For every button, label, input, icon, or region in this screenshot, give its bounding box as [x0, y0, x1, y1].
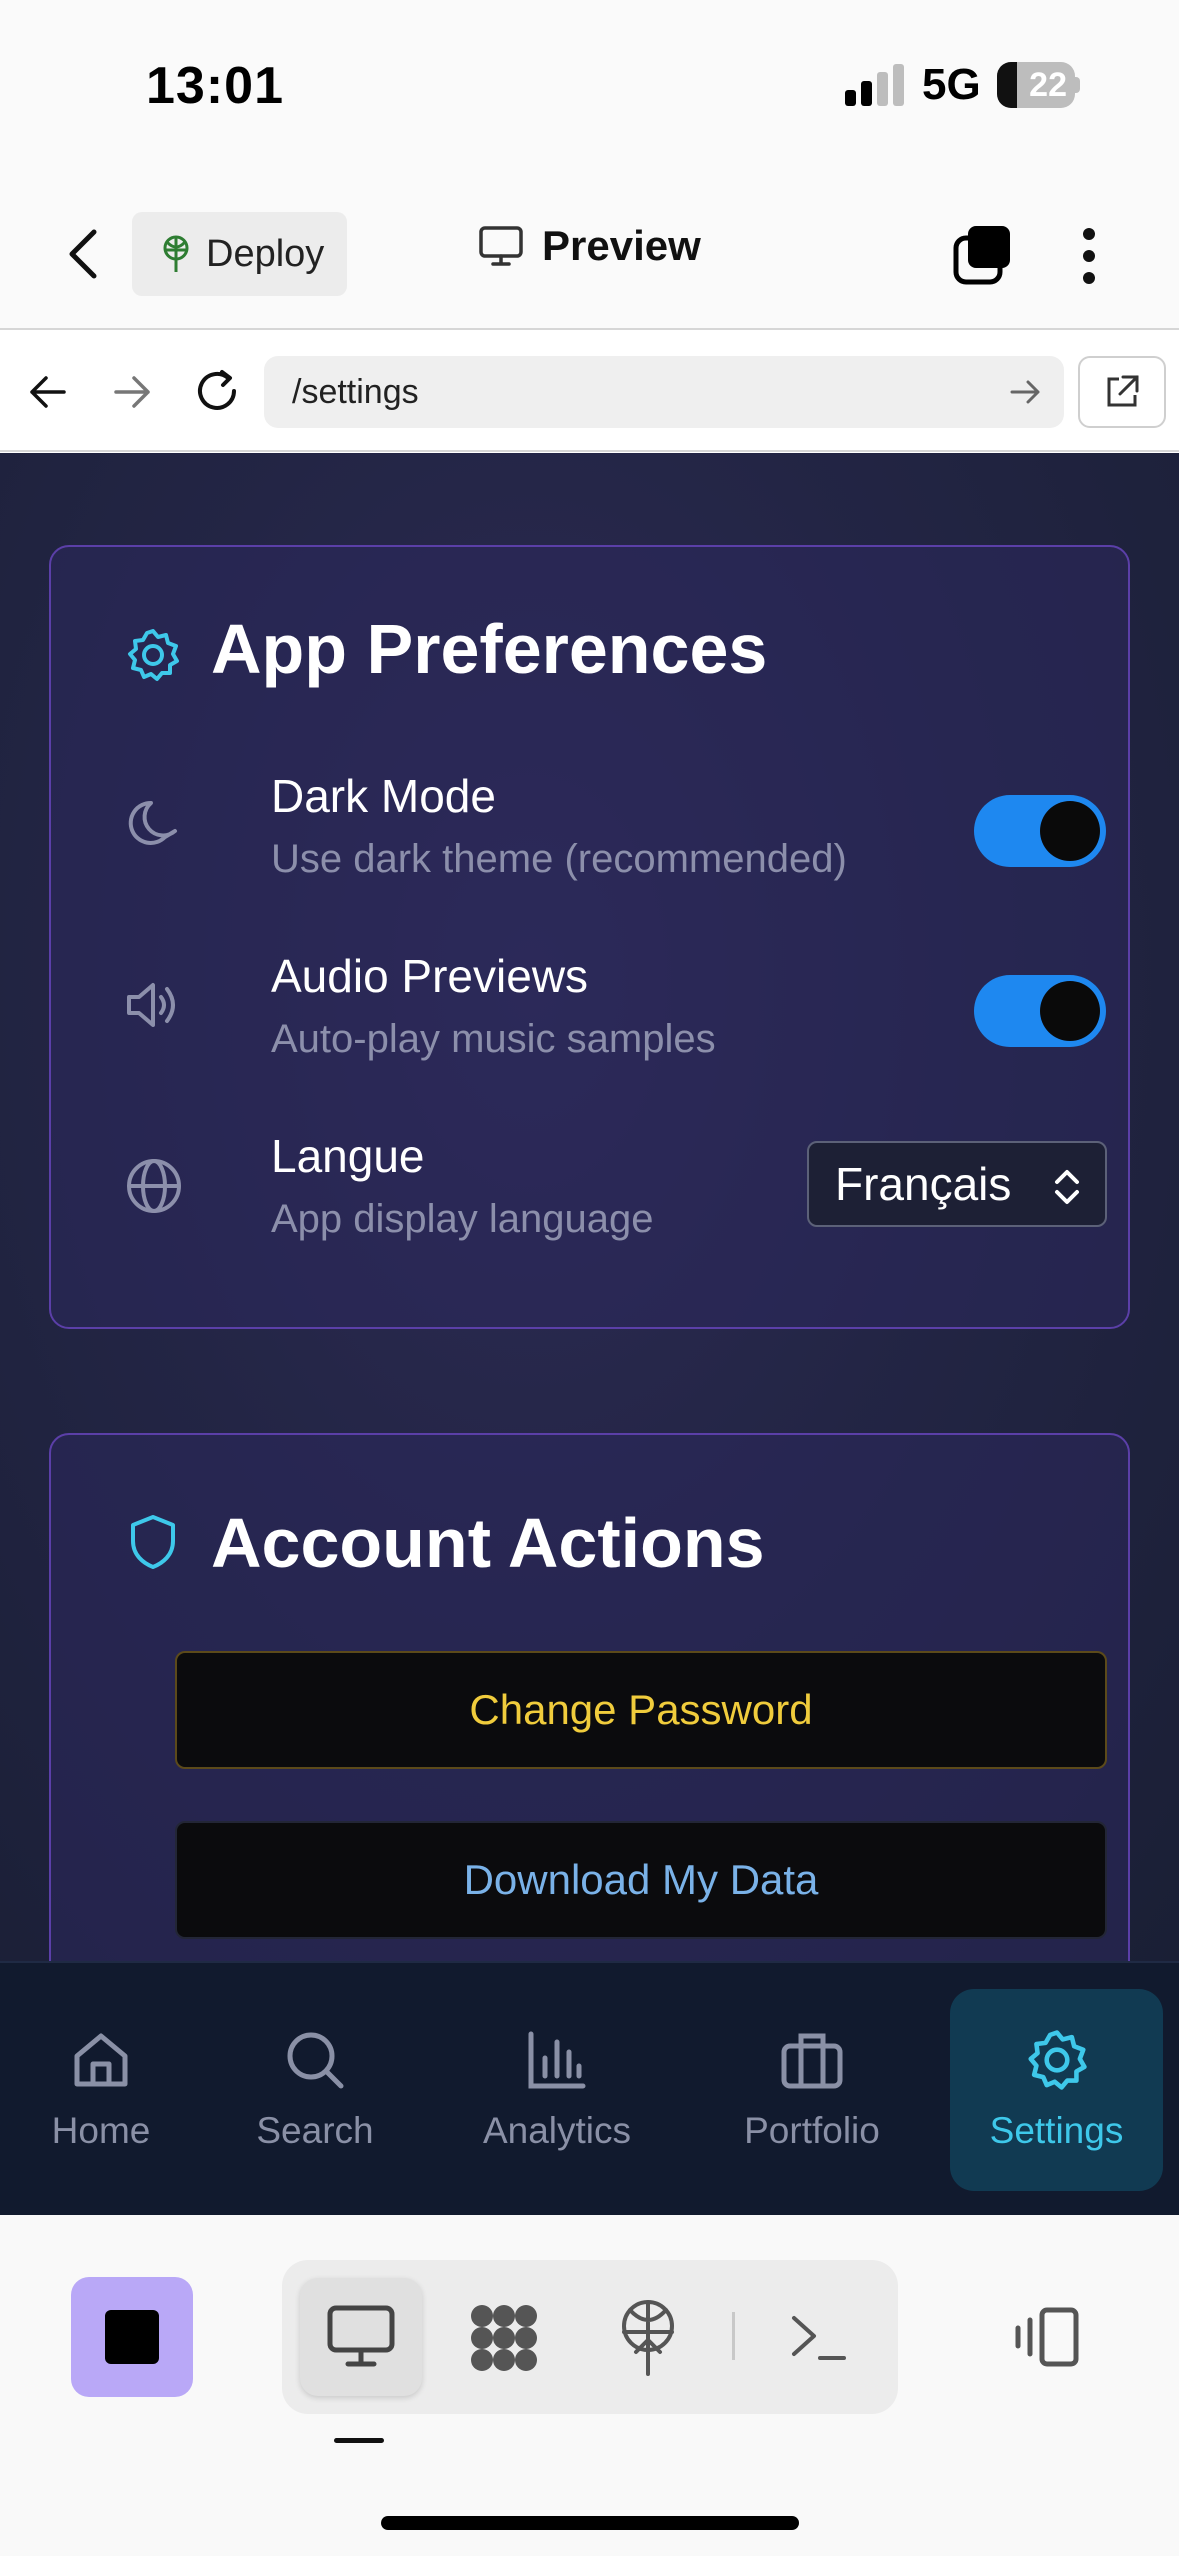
active-tool-indicator: [334, 2438, 384, 2443]
audio-previews-title: Audio Previews: [271, 950, 589, 1002]
download-data-button[interactable]: Download My Data: [175, 1821, 1107, 1939]
antenna-icon[interactable]: [618, 2298, 678, 2378]
preview-tab[interactable]: Preview: [478, 222, 701, 270]
status-time: 13:01: [146, 57, 284, 115]
more-options-icon[interactable]: [1074, 226, 1104, 286]
audio-previews-subtitle: Auto-play music samples: [271, 1017, 716, 1061]
globe-icon: [125, 1157, 183, 1215]
battery-fill: [997, 62, 1017, 108]
home-indicator: [381, 2516, 799, 2530]
nav-analytics-label: Analytics: [482, 2110, 632, 2151]
language-value: Français: [835, 1158, 1012, 1210]
language-select[interactable]: Français: [807, 1141, 1107, 1227]
terminal-icon[interactable]: [788, 2308, 848, 2364]
network-type: 5G: [922, 60, 981, 109]
stop-button[interactable]: [71, 2277, 193, 2397]
nav-analytics[interactable]: Analytics: [456, 1963, 658, 2217]
url-text: /settings: [292, 372, 419, 411]
preview-label: Preview: [542, 222, 701, 269]
stop-icon: [105, 2310, 159, 2364]
nav-home-label: Home: [51, 2110, 151, 2151]
dark-mode-title: Dark Mode: [271, 770, 496, 822]
url-input[interactable]: /settings: [264, 356, 1064, 428]
shield-icon: [127, 1513, 179, 1571]
battery-cap: [1074, 77, 1080, 93]
app-preferences-title: App Preferences: [211, 610, 768, 688]
browser-back-icon[interactable]: [26, 370, 70, 414]
change-password-button[interactable]: Change Password: [175, 1651, 1107, 1769]
nav-portfolio-label: Portfolio: [744, 2110, 880, 2151]
dark-mode-toggle[interactable]: [974, 795, 1106, 867]
gear-icon: [125, 627, 181, 683]
bottom-navigation: Home Search Analytics Portfolio Settings: [0, 1961, 1179, 2215]
nav-search[interactable]: Search: [214, 1963, 416, 2217]
nav-settings[interactable]: Settings: [950, 1963, 1163, 2217]
monitor-icon: [326, 2304, 396, 2368]
go-arrow-icon[interactable]: [1008, 376, 1044, 408]
battery-level: 22: [1029, 65, 1067, 104]
home-icon: [69, 2028, 133, 2092]
toggle-knob: [1040, 801, 1100, 861]
open-external-button[interactable]: [1078, 356, 1166, 428]
deploy-label: Deploy: [206, 232, 325, 275]
signal-icon: [845, 64, 907, 108]
language-subtitle: App display language: [271, 1197, 654, 1241]
speaker-icon: [123, 977, 183, 1033]
bar-chart-icon: [525, 2028, 589, 2092]
dark-mode-subtitle: Use dark theme (recommended): [271, 837, 847, 881]
briefcase-icon: [779, 2028, 845, 2092]
nav-settings-label: Settings: [989, 2110, 1124, 2151]
antenna-icon: [158, 234, 194, 274]
account-actions-title: Account Actions: [211, 1504, 765, 1582]
browser-forward-icon[interactable]: [110, 370, 154, 414]
device-toggle-icon[interactable]: [1012, 2306, 1082, 2368]
language-title: Langue: [271, 1130, 425, 1182]
back-icon[interactable]: [62, 226, 106, 282]
reload-icon[interactable]: [192, 366, 242, 416]
settings-content: App Preferences Dark Mode Use dark theme…: [0, 453, 1179, 1961]
nav-search-label: Search: [256, 2110, 374, 2151]
nav-portfolio[interactable]: Portfolio: [712, 1963, 912, 2217]
blocks-icon[interactable]: [466, 2300, 542, 2376]
moon-icon: [125, 797, 181, 853]
search-icon: [283, 2028, 347, 2092]
external-link-icon: [1103, 373, 1141, 411]
monitor-icon: [478, 225, 524, 267]
deploy-button[interactable]: Deploy: [132, 212, 347, 296]
nav-home[interactable]: Home: [0, 1963, 202, 2217]
account-actions-card: Account Actions Change Password Download…: [49, 1433, 1130, 1961]
toggle-knob: [1040, 981, 1100, 1041]
audio-previews-toggle[interactable]: [974, 975, 1106, 1047]
windows-icon[interactable]: [952, 224, 1014, 286]
app-preferences-card: App Preferences Dark Mode Use dark theme…: [49, 545, 1130, 1329]
gear-icon: [1025, 2028, 1089, 2092]
toolbar-divider: [732, 2312, 735, 2360]
